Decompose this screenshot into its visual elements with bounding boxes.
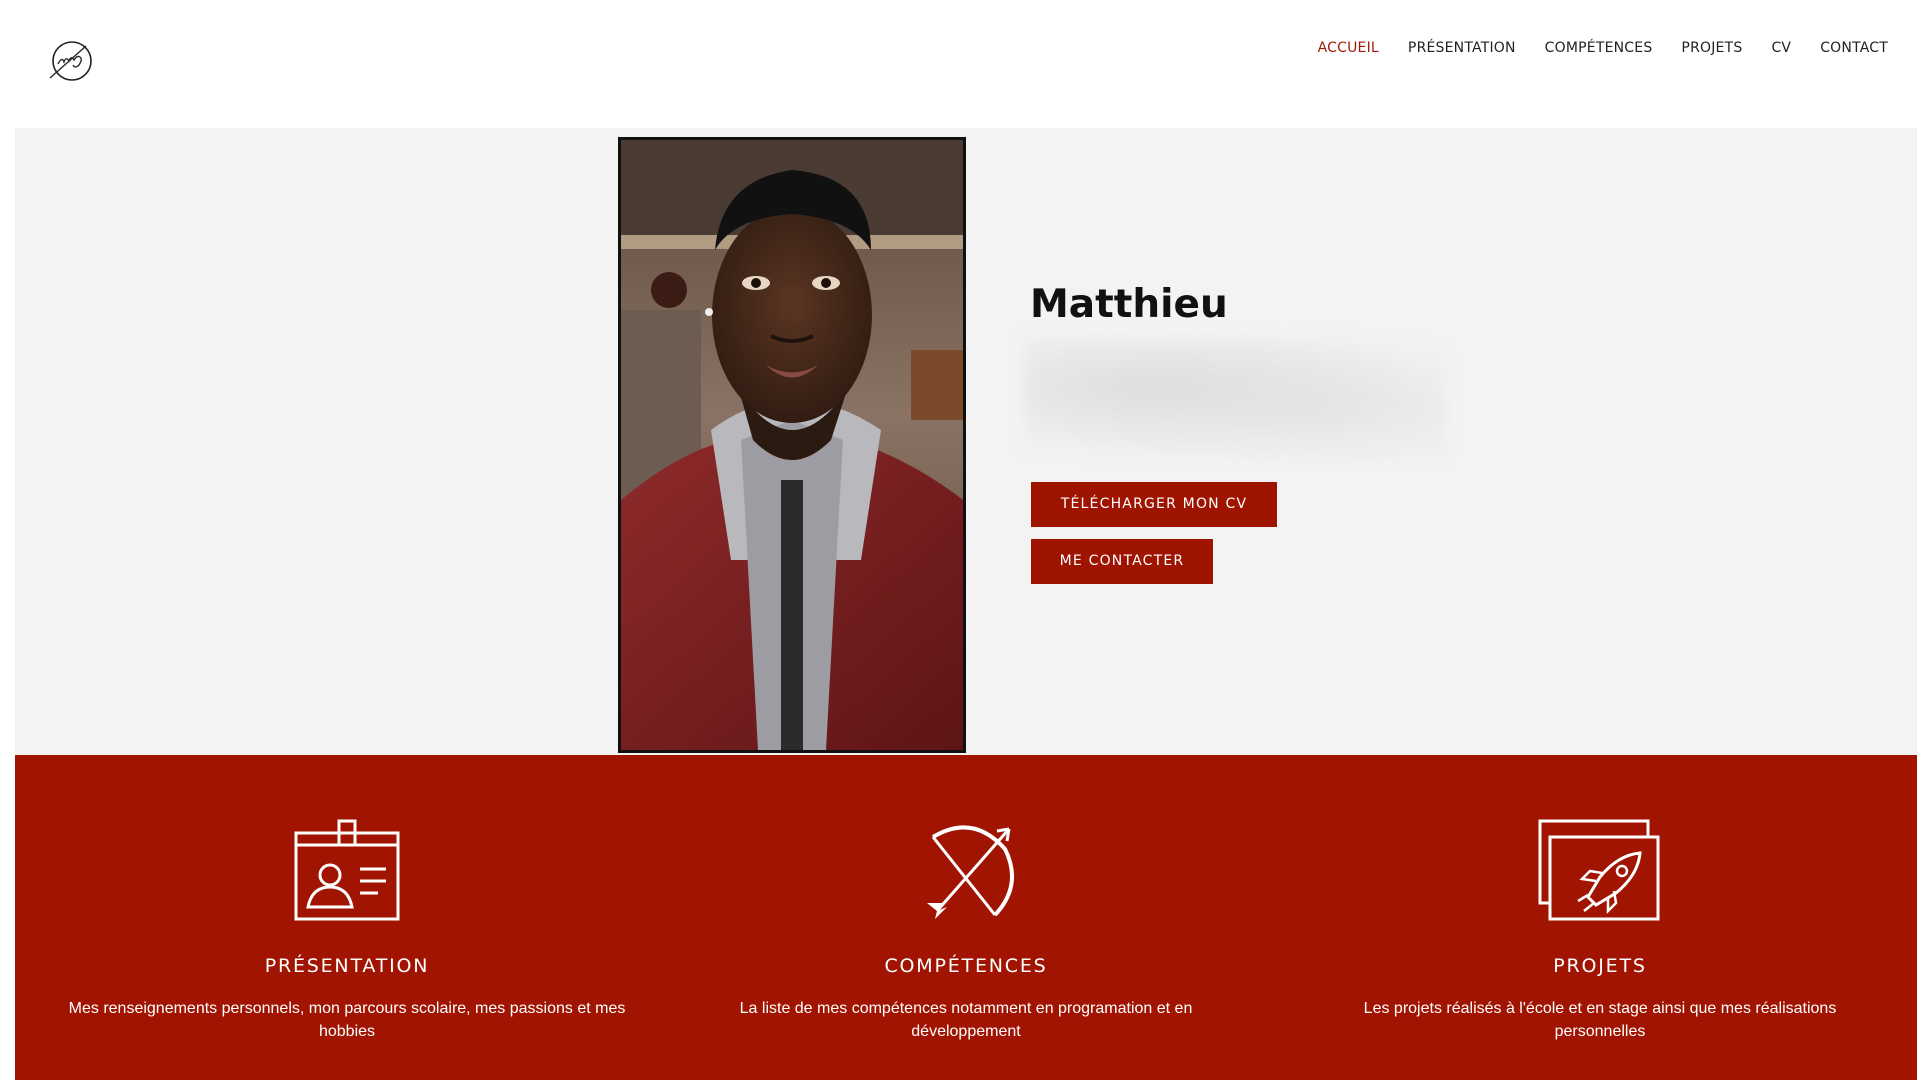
profile-photo-frame [618,137,966,753]
nav-accueil[interactable]: ACCUEIL [1318,40,1379,56]
nav-projets[interactable]: PROJETS [1681,40,1742,56]
feature-description: Mes renseignements personnels, mon parco… [68,1000,626,1040]
blurred-subtitle [1025,338,1445,458]
profile-photo [621,140,963,750]
hero-section: Matthieu TÉLÉCHARGER MON CV ME CONTACTER [15,128,1917,755]
download-cv-button[interactable]: TÉLÉCHARGER MON CV [1031,482,1277,527]
main-nav: ACCUEIL PRÉSENTATION COMPÉTENCES PROJETS… [1289,40,1888,56]
hero-name: Matthieu [1030,282,1228,327]
nav-presentation[interactable]: PRÉSENTATION [1408,40,1516,56]
rocket-icon [1538,819,1662,926]
feature-title: PRÉSENTATION [264,955,430,977]
nav-competences[interactable]: COMPÉTENCES [1545,40,1653,56]
bow-arrow-icon [913,819,1019,926]
feature-title: COMPÉTENCES [884,955,1048,977]
id-card-icon [294,819,400,926]
signature-logo-icon[interactable] [46,38,96,84]
contact-button[interactable]: ME CONTACTER [1031,539,1213,584]
features-section: PRÉSENTATION Mes renseignements personne… [15,755,1917,1080]
site-header: ACCUEIL PRÉSENTATION COMPÉTENCES PROJETS… [0,0,1920,128]
feature-description: Les projets réalisés à l'école et en sta… [1363,1000,1837,1040]
nav-contact[interactable]: CONTACT [1820,40,1888,56]
feature-title: PROJETS [1553,955,1647,977]
nav-cv[interactable]: CV [1771,40,1791,56]
feature-description: La liste de mes compétences notamment en… [739,1000,1193,1040]
